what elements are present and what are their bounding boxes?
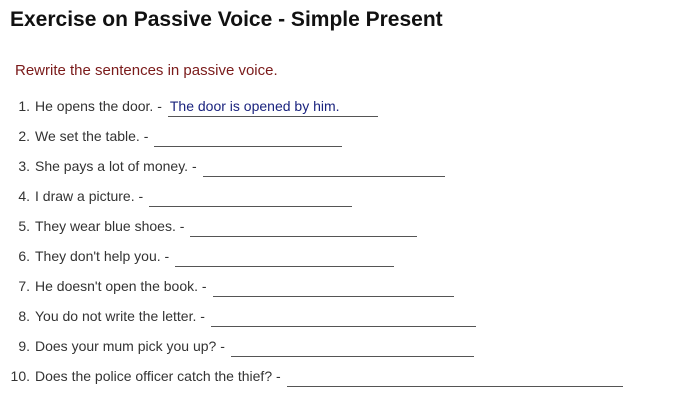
item-separator: - bbox=[138, 188, 144, 204]
item-number: 9. bbox=[18, 338, 30, 354]
item-separator: - bbox=[164, 248, 170, 264]
item-sentence: Does the police officer catch the thief? bbox=[35, 368, 273, 384]
item-separator: - bbox=[179, 218, 185, 234]
exercise-item-1: 1. He opens the door. - bbox=[0, 94, 698, 124]
item-separator: - bbox=[200, 308, 205, 324]
exercise-item-10: 10. Does the police officer catch the th… bbox=[0, 364, 698, 394]
answer-input-7[interactable] bbox=[212, 276, 454, 297]
exercise-item-8: 8. You do not write the letter. - bbox=[0, 304, 698, 334]
item-sentence: Does your mum pick you up? bbox=[35, 338, 217, 354]
answer-input-4[interactable] bbox=[149, 186, 353, 207]
answer-input-2[interactable] bbox=[154, 126, 343, 147]
item-number: 4. bbox=[18, 188, 30, 204]
answer-input-3[interactable] bbox=[202, 156, 445, 177]
item-separator: - bbox=[191, 158, 197, 174]
answer-input-1[interactable] bbox=[167, 96, 378, 117]
item-number: 10. bbox=[10, 368, 30, 384]
exercise-item-6: 6. They don't help you. - bbox=[0, 244, 698, 274]
answer-input-6[interactable] bbox=[175, 246, 395, 267]
exercise-item-4: 4. I draw a picture. - bbox=[0, 184, 698, 214]
answer-input-5[interactable] bbox=[190, 216, 418, 237]
item-number: 3. bbox=[18, 158, 30, 174]
page-title: Exercise on Passive Voice - Simple Prese… bbox=[10, 8, 443, 31]
exercise-item-2: 2. We set the table. - bbox=[0, 124, 698, 154]
exercise-item-7: 7. He doesn't open the book. - bbox=[0, 274, 698, 304]
item-sentence: They wear blue shoes. bbox=[35, 218, 176, 234]
item-number: 6. bbox=[18, 248, 30, 264]
item-sentence: He doesn't open the book. bbox=[35, 278, 199, 294]
exercise-item-3: 3. She pays a lot of money. - bbox=[0, 154, 698, 184]
item-separator: - bbox=[201, 278, 207, 294]
instruction-text: Rewrite the sentences in passive voice. bbox=[15, 62, 278, 79]
answer-input-9[interactable] bbox=[230, 336, 474, 357]
item-number: 8. bbox=[18, 308, 30, 324]
answer-input-10[interactable] bbox=[286, 366, 623, 387]
exercise-item-5: 5. They wear blue shoes. - bbox=[0, 214, 698, 244]
item-sentence: We set the table. bbox=[35, 128, 140, 144]
item-separator: - bbox=[157, 98, 162, 114]
item-sentence: I draw a picture. bbox=[35, 188, 135, 204]
item-separator: - bbox=[276, 368, 281, 384]
item-number: 1. bbox=[18, 98, 30, 114]
item-sentence: He opens the door. bbox=[35, 98, 154, 114]
exercise-item-9: 9. Does your mum pick you up? - bbox=[0, 334, 698, 364]
item-sentence: You do not write the letter. bbox=[35, 308, 197, 324]
item-separator: - bbox=[143, 128, 149, 144]
item-separator: - bbox=[220, 338, 225, 354]
answer-input-8[interactable] bbox=[210, 306, 476, 327]
item-number: 2. bbox=[18, 128, 30, 144]
exercise-list: 1. He opens the door. - 2. We set the ta… bbox=[0, 94, 698, 394]
item-number: 7. bbox=[18, 278, 30, 294]
item-sentence: She pays a lot of money. bbox=[35, 158, 189, 174]
item-number: 5. bbox=[18, 218, 30, 234]
item-sentence: They don't help you. bbox=[35, 248, 161, 264]
